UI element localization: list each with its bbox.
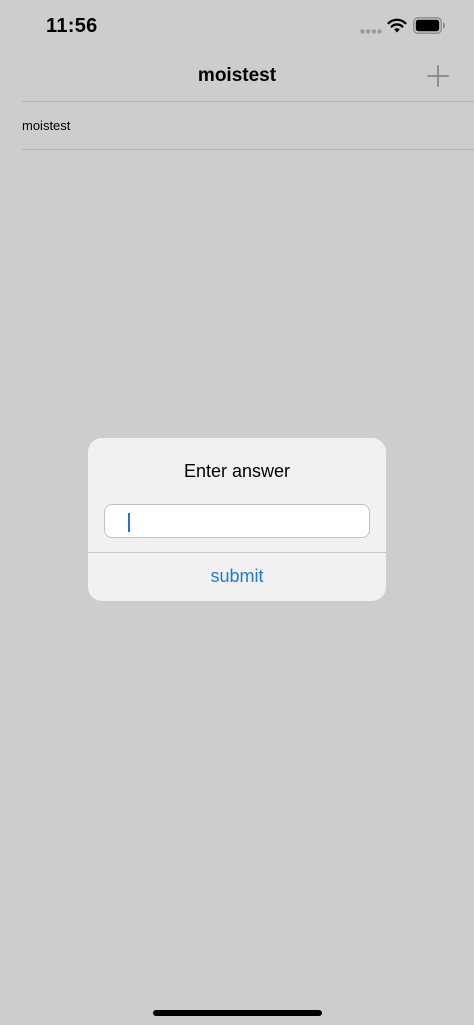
plus-icon <box>427 65 449 87</box>
list-item[interactable]: moistest <box>0 102 474 149</box>
list-item-label: moistest <box>22 118 71 133</box>
add-button[interactable] <box>424 62 452 90</box>
battery-icon <box>413 17 445 34</box>
navigation-bar: moistest <box>0 54 474 100</box>
wifi-icon <box>387 18 407 33</box>
submit-button[interactable]: submit <box>88 553 386 601</box>
answer-input[interactable] <box>104 504 370 538</box>
alert-dialog: Enter answer submit <box>88 438 386 601</box>
page-title: moistest <box>197 65 277 86</box>
status-time: 11:56 <box>46 15 98 37</box>
alert-title: Enter answer <box>183 461 291 481</box>
home-indicator[interactable] <box>153 1010 322 1016</box>
signal-dots-icon <box>360 29 382 34</box>
status-bar: 11:56 <box>0 0 474 54</box>
list-divider <box>22 149 474 150</box>
text-cursor <box>128 513 130 532</box>
